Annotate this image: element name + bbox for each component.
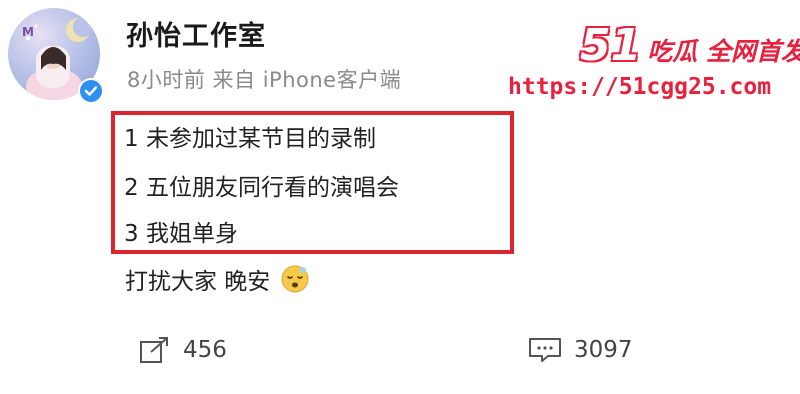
svg-text:M: M xyxy=(22,25,34,39)
post-closing: 打扰大家 晚安 xyxy=(125,262,310,296)
post-line-2: 2 五位朋友同行看的演唱会 xyxy=(124,175,399,201)
verified-check-icon xyxy=(80,80,102,102)
comment-count: 3097 xyxy=(574,337,633,363)
author-name[interactable]: 孙怡工作室 xyxy=(126,14,266,53)
sleeping-face-emoji-icon xyxy=(280,264,310,294)
watermark-number: 51 xyxy=(580,20,642,71)
post-line-3: 3 我姐单身 xyxy=(124,221,238,247)
comment-button[interactable]: 3097 xyxy=(528,336,633,364)
watermark-url[interactable]: https://51cgg25.com xyxy=(508,74,771,100)
comment-icon xyxy=(529,338,561,362)
repost-button[interactable]: 456 xyxy=(139,336,227,364)
verified-badge xyxy=(78,78,104,104)
repost-icon xyxy=(140,337,168,363)
watermark-tag: 吃瓜 全网首发 xyxy=(647,37,800,66)
avatar-container[interactable]: M xyxy=(8,8,104,104)
post-meta: 8小时前 来自 iPhone客户端 xyxy=(127,68,402,92)
repost-count: 456 xyxy=(183,337,227,363)
watermark-logo: 51 吃瓜 全网首发 xyxy=(580,20,800,71)
closing-text: 打扰大家 晚安 xyxy=(125,269,271,295)
post-line-1: 1 未参加过某节目的录制 xyxy=(124,126,376,152)
